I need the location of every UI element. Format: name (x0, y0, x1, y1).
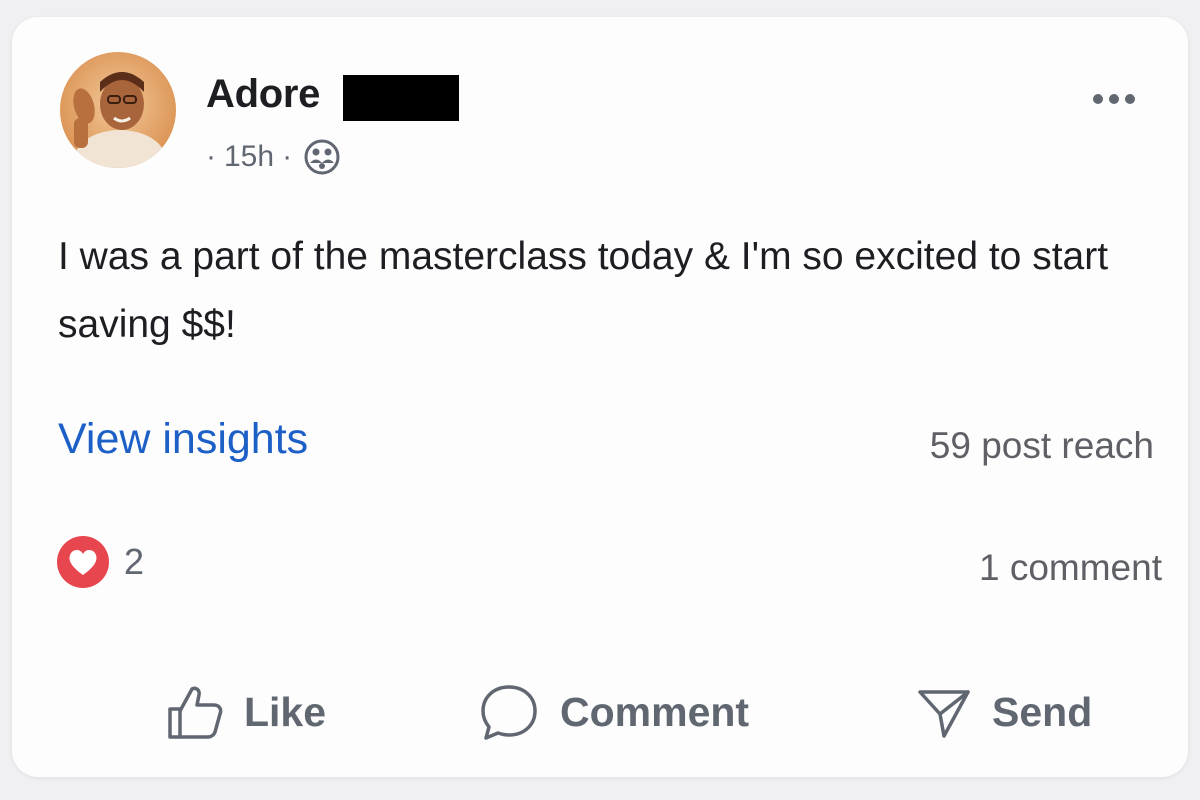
redacted-surname (343, 75, 459, 121)
reaction-count: 2 (124, 541, 145, 582)
post-meta: · 15h · (206, 139, 340, 175)
post-text: I was a part of the masterclass today & … (58, 235, 1109, 346)
comment-button[interactable]: Comment (478, 672, 749, 752)
meta-separator: · (206, 140, 216, 173)
view-insights-link[interactable]: View insights (58, 415, 308, 464)
author-avatar[interactable] (60, 52, 176, 168)
profile-photo (60, 52, 176, 168)
comment-label: Comment (560, 688, 750, 735)
thumbs-up-icon (168, 686, 223, 739)
author-name[interactable]: Adore (206, 72, 320, 117)
like-label: Like (244, 688, 327, 735)
reactions-summary[interactable]: 2 (56, 535, 144, 589)
friends-audience-icon[interactable] (304, 139, 340, 175)
send-button[interactable]: Send (916, 672, 1092, 752)
send-icon (918, 690, 970, 738)
action-bar: Like Comment Send (12, 672, 1188, 752)
comment-bubble-icon (481, 685, 537, 740)
like-button[interactable]: Like (166, 672, 326, 752)
send-label: Send (992, 688, 1093, 735)
comment-count[interactable]: 1 comment (979, 547, 1162, 589)
heart-reaction-icon (57, 536, 109, 588)
meta-separator: · (282, 140, 293, 173)
post-reach: 59 post reach (929, 425, 1154, 466)
more-options-button[interactable] (1082, 81, 1146, 117)
post-card: Adore · 15h · I was a part of the master… (12, 17, 1188, 777)
more-options-icon (1093, 94, 1135, 104)
post-time[interactable]: 15h (224, 140, 274, 174)
